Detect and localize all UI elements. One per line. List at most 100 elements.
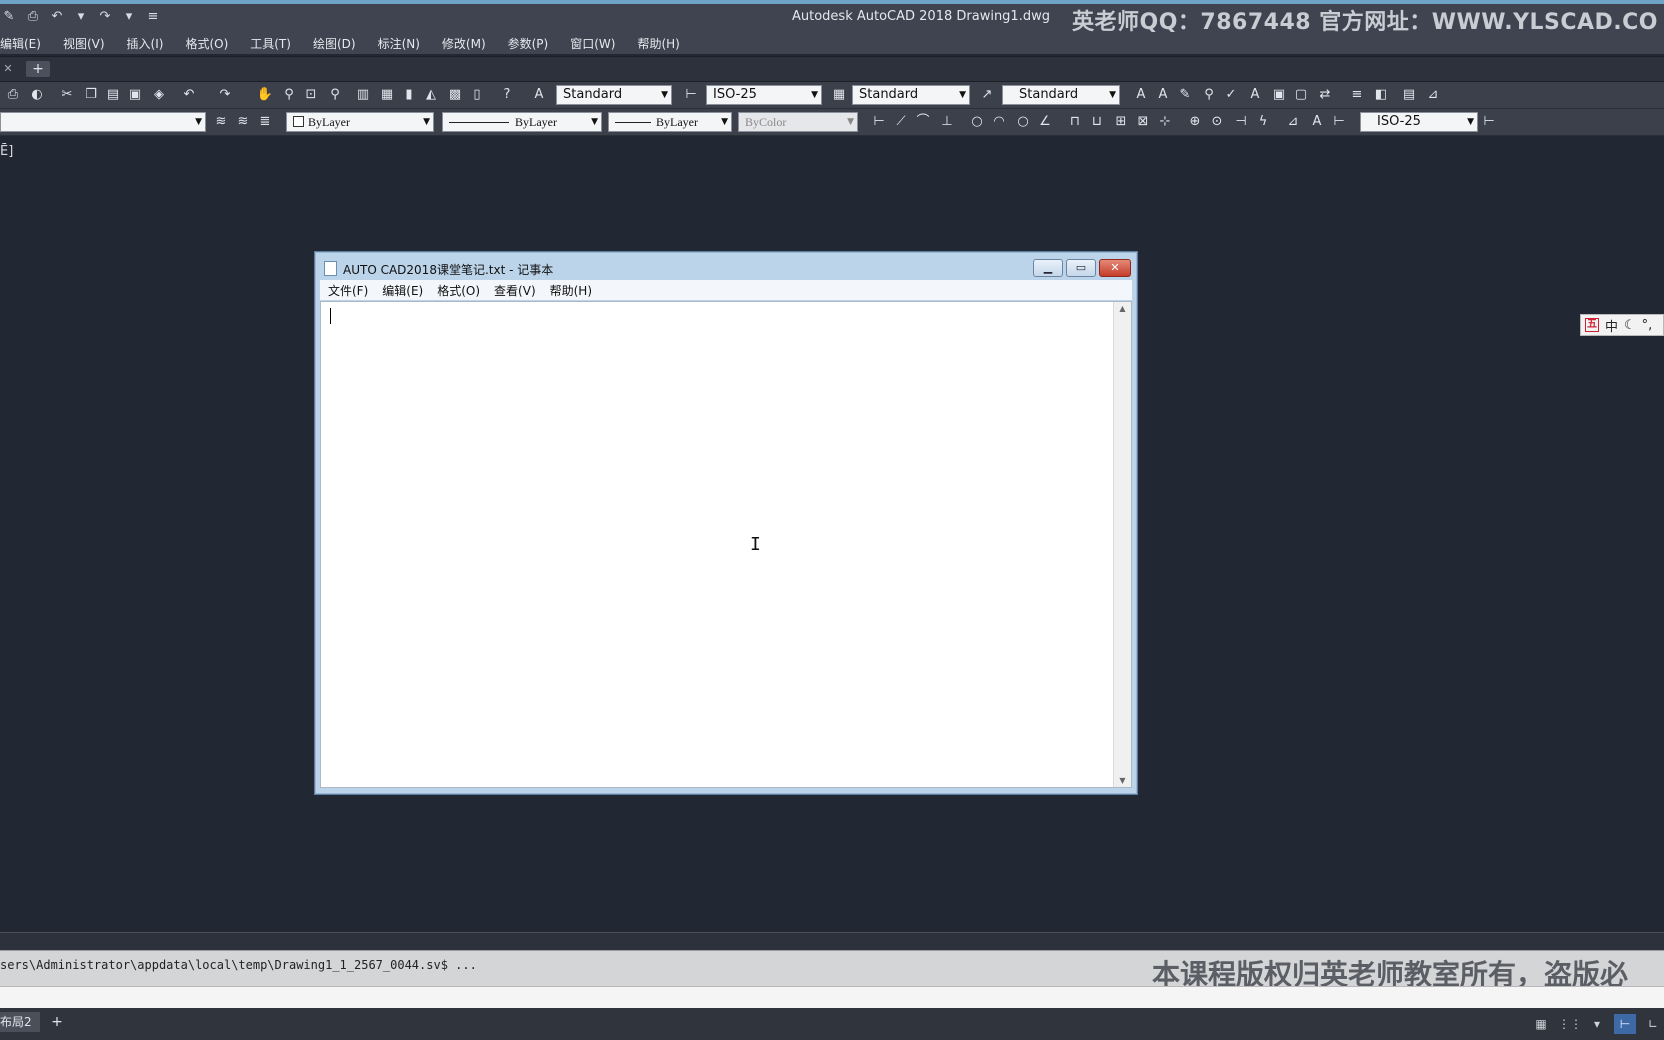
text-justify-icon[interactable]: A (1246, 86, 1264, 104)
ime-mode[interactable]: 中 (1605, 316, 1618, 335)
color-select[interactable]: ByLayer ▼ (286, 112, 434, 132)
arc-length-icon[interactable]: ⌒ (914, 113, 932, 131)
ortho-icon[interactable]: ⊢ (1614, 1014, 1636, 1034)
design-center-icon[interactable]: ▦ (378, 86, 396, 104)
plot-icon[interactable]: ⎙ (4, 86, 22, 104)
diameter-dimension-icon[interactable]: ○ (1014, 113, 1032, 131)
scroll-down-icon[interactable]: ▼ (1114, 776, 1131, 785)
lineweight-select[interactable]: ByLayer ▼ (608, 112, 732, 132)
polar-icon[interactable]: ∟ (1642, 1014, 1664, 1034)
undo-icon[interactable]: ↶ (48, 9, 66, 24)
notepad-window[interactable]: AUTO CAD2018课堂笔记.txt - 记事本 ▁ ▭ ✕ 文件(F) 编… (314, 251, 1138, 795)
zoom-window-icon[interactable]: ⊡ (302, 86, 320, 104)
convert-text-icon[interactable]: ⇄ (1316, 86, 1334, 104)
zoom-realtime-icon[interactable]: ⚲ (280, 86, 298, 104)
command-input[interactable] (0, 986, 1664, 1009)
maximize-button[interactable]: ▭ (1066, 259, 1096, 277)
layer-properties-icon[interactable]: ▤ (1400, 86, 1418, 104)
mleader-style-select[interactable]: Standard ▼ (1002, 85, 1120, 105)
jogged-dimension-icon[interactable]: ◠ (990, 113, 1008, 131)
ordinate-dimension-icon[interactable]: ⊥ (938, 113, 956, 131)
notepad-menu-format[interactable]: 格式(O) (437, 282, 480, 299)
cut-icon[interactable]: ✂ (58, 86, 76, 104)
find-text-icon[interactable]: ⚲ (1200, 86, 1218, 104)
layer-previous-icon[interactable]: ≋ (234, 113, 252, 131)
dimension-style-manager-icon[interactable]: ⊢ (1480, 113, 1498, 131)
dropdown-arrow-icon[interactable]: ▾ (1586, 1014, 1608, 1034)
notepad-menu-help[interactable]: 帮助(H) (550, 282, 592, 299)
dimension-style-select[interactable]: ISO-25 ▼ (1360, 112, 1478, 132)
radius-dimension-icon[interactable]: ○ (968, 113, 986, 131)
edit-text-icon[interactable]: ✎ (1176, 86, 1194, 104)
notepad-menu-edit[interactable]: 编辑(E) (382, 282, 423, 299)
dropdown-arrow-icon[interactable]: ▾ (72, 9, 90, 24)
layer-state-icon[interactable]: ◧ (1372, 86, 1390, 104)
menu-insert[interactable]: 插入(I) (127, 35, 164, 52)
dimension-space-icon[interactable]: ⊠ (1134, 113, 1152, 131)
dimension-edit-icon[interactable]: ⊿ (1284, 113, 1302, 131)
chart-icon[interactable]: ⊿ (1424, 86, 1442, 104)
pan-icon[interactable]: ✋ (256, 86, 274, 104)
menu-draw[interactable]: 绘图(D) (313, 35, 356, 52)
inspection-icon[interactable]: ⊣ (1232, 113, 1250, 131)
layer-select[interactable]: ▼ (0, 112, 206, 132)
edit-icon[interactable]: ✎ (0, 9, 18, 24)
block-icon[interactable]: ◈ (150, 86, 168, 104)
new-tab-button[interactable]: + (26, 61, 50, 77)
menu-format[interactable]: 格式(O) (185, 35, 228, 52)
notepad-menu-file[interactable]: 文件(F) (328, 282, 368, 299)
notepad-menu-view[interactable]: 查看(V) (494, 282, 536, 299)
grid-icon[interactable]: ▦ (1530, 1014, 1552, 1034)
customize-qat-icon[interactable]: ≡ (144, 9, 162, 24)
moon-icon[interactable]: ☾ (1624, 318, 1636, 333)
center-mark-icon[interactable]: ⊙ (1208, 113, 1226, 131)
text-scale-icon[interactable]: ▣ (1270, 86, 1288, 104)
paste-icon[interactable]: ▤ (104, 86, 122, 104)
markup-icon[interactable]: ▩ (446, 86, 464, 104)
aligned-dimension-icon[interactable]: ⟋ (892, 113, 910, 131)
match-properties-icon[interactable]: ▣ (126, 86, 144, 104)
dimension-text-edit-icon[interactable]: A (1308, 113, 1326, 131)
zoom-previous-icon[interactable]: ⚲ (326, 86, 344, 104)
punctuation-icon[interactable]: °, (1642, 318, 1653, 333)
undo-icon[interactable]: ↶ (180, 86, 198, 104)
quick-dimension-icon[interactable]: ⊓ (1066, 113, 1084, 131)
layer-walk-icon[interactable]: ≡ (1348, 86, 1366, 104)
single-line-text-icon[interactable]: A (1154, 86, 1172, 104)
dim-style-select[interactable]: ISO-25 ▼ (706, 85, 822, 105)
copy-icon[interactable]: ❐ (82, 86, 100, 104)
layout-tab[interactable]: 布局2 (0, 1012, 40, 1032)
menu-edit[interactable]: 编辑(E) (0, 35, 41, 52)
vertical-scrollbar[interactable]: ▲ ▼ (1113, 302, 1131, 787)
menu-dimension[interactable]: 标注(N) (378, 35, 420, 52)
tool-palettes-icon[interactable]: ▮ (400, 86, 418, 104)
snap-icon[interactable]: ⋮⋮ (1558, 1014, 1582, 1034)
minimize-button[interactable]: ▁ (1033, 259, 1063, 277)
ime-toolbar[interactable]: 五 中 ☾ °, (1580, 314, 1664, 336)
menu-help[interactable]: 帮助(H) (637, 35, 679, 52)
menu-parametric[interactable]: 参数(P) (508, 35, 549, 52)
menu-window[interactable]: 窗口(W) (570, 35, 615, 52)
redo-icon[interactable]: ↷ (216, 86, 234, 104)
close-button[interactable]: ✕ (1099, 259, 1131, 277)
linear-dimension-icon[interactable]: ⊢ (870, 113, 888, 131)
viewport-label[interactable]: Ē] (0, 144, 13, 159)
close-icon[interactable]: ✕ (0, 61, 16, 77)
text-frame-icon[interactable]: ▢ (1292, 86, 1310, 104)
sheet-set-icon[interactable]: ◭ (422, 86, 440, 104)
dropdown-arrow-icon[interactable]: ▾ (120, 9, 138, 24)
tolerance-icon[interactable]: ⊕ (1186, 113, 1204, 131)
scroll-up-icon[interactable]: ▲ (1114, 304, 1131, 313)
continue-dimension-icon[interactable]: ⊞ (1112, 113, 1130, 131)
dimension-break-icon[interactable]: ⊹ (1156, 113, 1174, 131)
jogged-linear-icon[interactable]: ϟ (1254, 113, 1272, 131)
table-style-select[interactable]: Standard ▼ (852, 85, 970, 105)
dimension-update-icon[interactable]: ⊢ (1330, 113, 1348, 131)
make-current-layer-icon[interactable]: ≋ (212, 113, 230, 131)
notepad-text-area[interactable]: ▲ ▼ (320, 301, 1132, 788)
redo-icon[interactable]: ↷ (96, 9, 114, 24)
angular-dimension-icon[interactable]: ∠ (1036, 113, 1054, 131)
layer-isolate-icon[interactable]: ≣ (256, 113, 274, 131)
calculator-icon[interactable]: ▯ (468, 86, 486, 104)
help-icon[interactable]: ? (498, 86, 516, 104)
